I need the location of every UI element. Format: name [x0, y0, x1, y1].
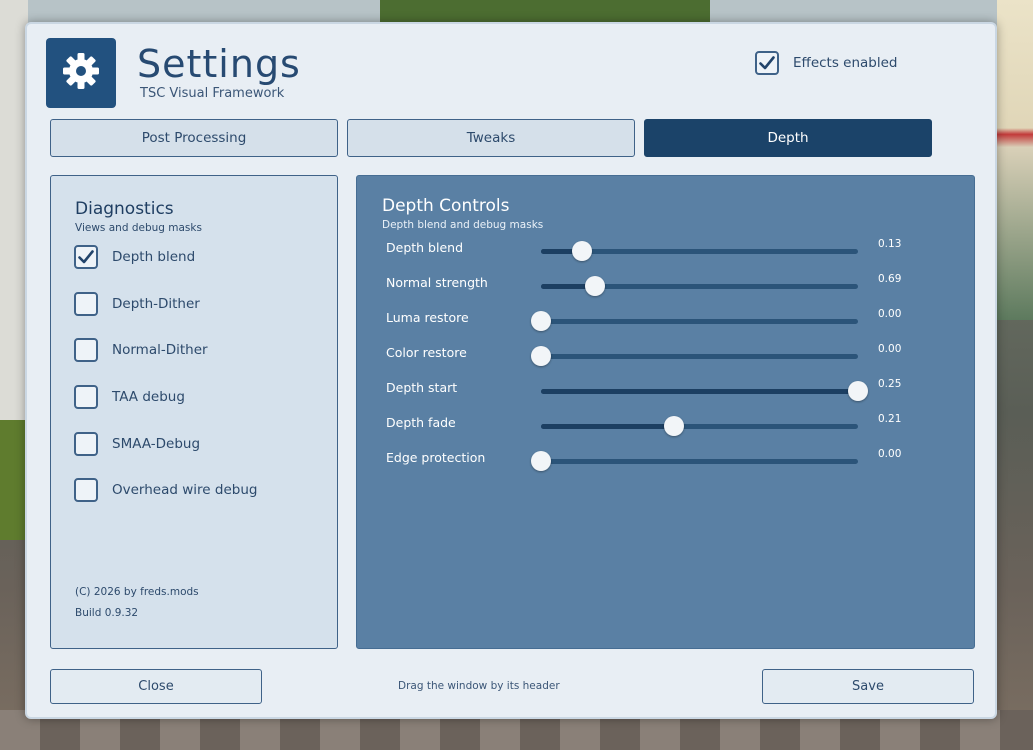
slider-value: 0.21: [878, 413, 902, 425]
diagnostic-checkbox[interactable]: [74, 432, 98, 456]
diagnostic-checkbox[interactable]: [74, 338, 98, 362]
slider-value: 0.00: [878, 308, 902, 320]
copyright-text: (C) 2026 by freds.mods: [75, 586, 199, 598]
background-grass: [0, 420, 28, 540]
effects-enabled-checkbox[interactable]: [755, 51, 779, 75]
tab-tweaks[interactable]: Tweaks: [347, 119, 635, 157]
diagnostic-label: Overhead wire debug: [112, 482, 258, 498]
color-restore-slider[interactable]: [531, 346, 858, 366]
tab-post-processing[interactable]: Post Processing: [50, 119, 338, 157]
slider-label: Depth start: [386, 380, 458, 395]
slider-knob[interactable]: [531, 311, 551, 331]
edge-protection-slider[interactable]: [531, 451, 858, 471]
slider-row-color-restore: Color restore 0.00: [357, 343, 976, 369]
diagnostics-title: Diagnostics: [75, 199, 174, 219]
diagnostic-item-normal-dither[interactable]: Normal-Dither: [74, 337, 314, 363]
diagnostic-checkbox[interactable]: [74, 385, 98, 409]
slider-knob[interactable]: [848, 381, 868, 401]
slider-row-depth-blend: Depth blend 0.13: [357, 238, 976, 264]
slider-row-depth-start: Depth start 0.25: [357, 378, 976, 404]
slider-value: 0.69: [878, 273, 902, 285]
diagnostic-checkbox[interactable]: [74, 478, 98, 502]
slider-fill: [541, 389, 858, 394]
diagnostic-item-depth-dither[interactable]: Depth-Dither: [74, 291, 314, 317]
save-button[interactable]: Save: [762, 669, 974, 704]
slider-fill: [541, 424, 675, 429]
depth-start-slider[interactable]: [541, 381, 868, 401]
slider-knob[interactable]: [531, 346, 551, 366]
diagnostics-panel: Diagnostics Views and debug masks Depth …: [50, 175, 338, 649]
diagnostic-label: Depth-Dither: [112, 296, 200, 312]
slider-row-edge-protection: Edge protection 0.00: [357, 448, 976, 474]
diagnostic-checkbox[interactable]: [74, 245, 98, 269]
diagnostic-label: SMAA-Debug: [112, 436, 201, 452]
slider-label: Luma restore: [386, 310, 469, 325]
slider-label: Depth fade: [386, 415, 456, 430]
diagnostic-item-overhead-wire-debug[interactable]: Overhead wire debug: [74, 477, 314, 503]
checkmark-icon: [759, 56, 775, 70]
slider-value: 0.13: [878, 238, 902, 250]
background-train: [997, 0, 1033, 320]
diagnostic-item-smaa-debug[interactable]: SMAA-Debug: [74, 431, 314, 457]
slider-knob[interactable]: [664, 416, 685, 436]
app-logo: [46, 38, 116, 108]
luma-restore-slider[interactable]: [531, 311, 858, 331]
close-button[interactable]: Close: [50, 669, 262, 704]
depth-controls-title: Depth Controls: [382, 196, 510, 216]
checkmark-icon: [78, 250, 94, 264]
slider-label: Normal strength: [386, 275, 488, 290]
diagnostic-label: Normal-Dither: [112, 342, 208, 358]
slider-value: 0.25: [878, 378, 902, 390]
page-subtitle: TSC Visual Framework: [140, 86, 285, 101]
normal-strength-slider[interactable]: [541, 276, 858, 296]
depth-controls-subtitle: Depth blend and debug masks: [382, 219, 544, 231]
drag-hint: Drag the window by its header: [398, 680, 560, 692]
depth-controls-panel: Depth Controls Depth blend and debug mas…: [356, 175, 975, 649]
diagnostics-subtitle: Views and debug masks: [75, 222, 202, 234]
slider-label: Depth blend: [386, 240, 464, 255]
page-title: Settings: [137, 42, 301, 86]
effects-enabled-toggle[interactable]: Effects enabled: [755, 51, 898, 75]
slider-row-normal-strength: Normal strength 0.69: [357, 273, 976, 299]
settings-window[interactable]: Settings TSC Visual Framework Effects en…: [25, 22, 997, 719]
build-version: Build 0.9.32: [75, 607, 139, 619]
slider-row-luma-restore: Luma restore 0.00: [357, 308, 976, 334]
diagnostic-checkbox[interactable]: [74, 292, 98, 316]
background-pole: [0, 0, 28, 430]
effects-enabled-label: Effects enabled: [793, 55, 898, 71]
tab-bar: Post Processing Tweaks Depth: [50, 119, 932, 157]
depth-fade-slider[interactable]: [541, 416, 858, 436]
diagnostic-label: Depth blend: [112, 249, 196, 265]
slider-label: Edge protection: [386, 450, 486, 465]
tab-depth[interactable]: Depth: [644, 119, 932, 157]
gear-icon: [60, 50, 102, 96]
diagnostic-item-depth-blend[interactable]: Depth blend: [74, 244, 314, 270]
slider-label: Color restore: [386, 345, 467, 360]
slider-knob[interactable]: [572, 241, 593, 261]
slider-knob[interactable]: [531, 451, 551, 471]
slider-row-depth-fade: Depth fade 0.21: [357, 413, 976, 439]
diagnostic-item-taa-debug[interactable]: TAA debug: [74, 384, 314, 410]
slider-value: 0.00: [878, 448, 902, 460]
diagnostic-label: TAA debug: [112, 389, 185, 405]
slider-value: 0.00: [878, 343, 902, 355]
depth-blend-slider[interactable]: [541, 241, 858, 261]
slider-knob[interactable]: [584, 276, 605, 296]
